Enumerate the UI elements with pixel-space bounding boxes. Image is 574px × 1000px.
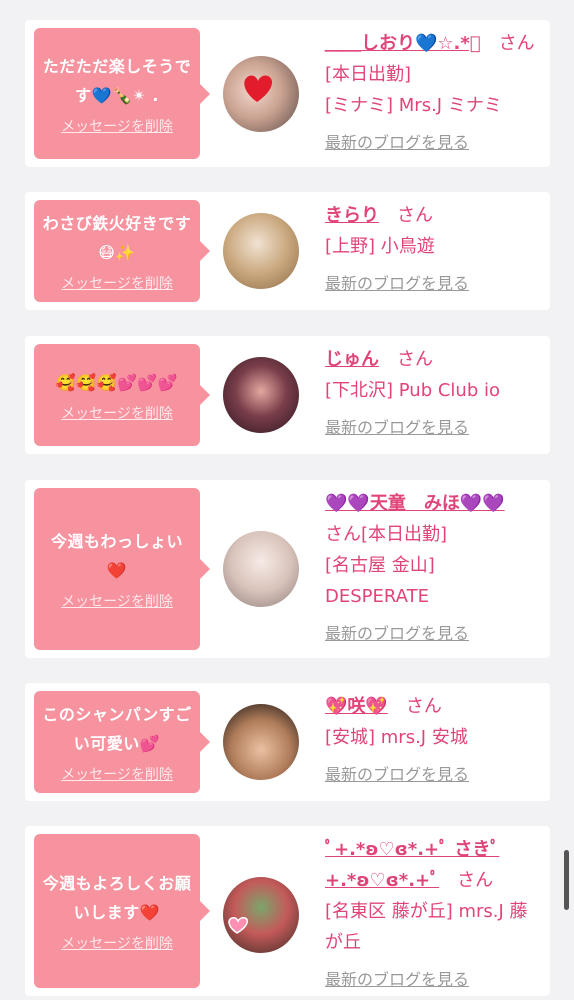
message-text: 今週もよろしくお願いします❤️ xyxy=(42,874,192,922)
cast-name-link[interactable]: 💖咲💖 xyxy=(325,696,388,717)
cast-info: じゅん さん [下北沢] Pub Club io 最新のブログを見る xyxy=(325,344,540,443)
cast-name-link[interactable]: 💜💜天童 みほ💜💜 xyxy=(325,493,505,514)
message-bubble: 🥰🥰🥰💕💕💕 メッセージを削除 xyxy=(34,344,210,446)
delete-message-link[interactable]: メッセージを削除 xyxy=(61,591,173,611)
cast-name-link[interactable]: じゅん xyxy=(325,349,379,370)
message-bubble: 今週もよろしくお願いします❤️ メッセージを削除 xyxy=(34,834,210,988)
delete-message-link[interactable]: メッセージを削除 xyxy=(61,273,173,293)
message-text: 今週もわっしょい❤️ xyxy=(50,532,183,580)
shop-info: [上野] 小鳥遊 xyxy=(325,236,435,257)
view-latest-blog-link[interactable]: 最新のブログを見る xyxy=(325,964,469,995)
avatar[interactable] xyxy=(223,56,299,132)
scrollbar[interactable] xyxy=(564,850,569,910)
honorific: さん xyxy=(405,696,442,717)
message-card: 🥰🥰🥰💕💕💕 メッセージを削除 じゅん さん [下北沢] Pub Club io… xyxy=(25,336,550,454)
honorific: さん xyxy=(397,349,433,370)
honorific: さん xyxy=(457,870,494,891)
message-text: 🥰🥰🥰💕💕💕 xyxy=(55,372,179,392)
message-bubble: わさび鉄火好きです😷✨ メッセージを削除 xyxy=(34,200,210,302)
view-latest-blog-link[interactable]: 最新のブログを見る xyxy=(325,127,469,158)
shop-info: [下北沢] Pub Club io xyxy=(325,380,500,401)
message-bubble: 今週もわっしょい❤️ メッセージを削除 xyxy=(34,488,210,650)
message-card: わさび鉄火好きです😷✨ メッセージを削除 きらり さん [上野] 小鳥遊 最新の… xyxy=(25,192,550,310)
cast-info: きらり さん [上野] 小鳥遊 最新のブログを見る xyxy=(325,200,540,299)
message-card: このシャンパンすごい可愛い💕 メッセージを削除 💖咲💖 さん [安城] mrs.… xyxy=(25,683,550,801)
message-bubble: このシャンパンすごい可愛い💕 メッセージを削除 xyxy=(34,691,210,793)
view-latest-blog-link[interactable]: 最新のブログを見る xyxy=(325,412,469,443)
heart-icon xyxy=(244,75,273,102)
message-card: 今週もわっしょい❤️ メッセージを削除 💜💜天童 みほ💜💜 さん[本日出勤] [… xyxy=(25,480,550,658)
shop-info: [名東区 藤が丘] mrs.J 藤が丘 xyxy=(325,901,528,953)
heart-icon xyxy=(228,917,249,934)
cast-info: 💜💜天童 みほ💜💜 さん[本日出勤] [名古屋 金山] DESPERATE 最新… xyxy=(325,488,540,649)
avatar[interactable] xyxy=(223,213,299,289)
cast-info: ＿＿しおり💙☆.*ﾟ さん[本日出勤] [ミナミ] Mrs.J ミナミ 最新のブ… xyxy=(325,28,540,158)
message-text: ただただ楽しそうです💙🍾✴︎ . xyxy=(42,56,192,105)
avatar[interactable] xyxy=(223,531,299,607)
message-bubble: ただただ楽しそうです💙🍾✴︎ . メッセージを削除 xyxy=(34,28,210,159)
message-text: このシャンパンすごい可愛い💕 xyxy=(42,705,192,753)
message-text: わさび鉄火好きです😷✨ xyxy=(42,214,192,262)
message-card: 今週もよろしくお願いします❤️ メッセージを削除 ﾟ+.*ʚ♡ɞ*.+ﾟ さきﾟ… xyxy=(25,826,550,996)
cast-name-link[interactable]: ＿＿しおり💙☆.*ﾟ xyxy=(325,33,481,54)
delete-message-link[interactable]: メッセージを削除 xyxy=(61,764,173,784)
view-latest-blog-link[interactable]: 最新のブログを見る xyxy=(325,618,469,649)
cast-info: ﾟ+.*ʚ♡ɞ*.+ﾟ さきﾟ+.*ʚ♡ɞ*.+ﾟ さん [名東区 藤が丘] m… xyxy=(325,834,540,995)
avatar[interactable] xyxy=(223,704,299,780)
delete-message-link[interactable]: メッセージを削除 xyxy=(61,116,173,136)
honorific: さん xyxy=(397,205,433,226)
view-latest-blog-link[interactable]: 最新のブログを見る xyxy=(325,268,469,299)
cast-info: 💖咲💖 さん [安城] mrs.J 安城 最新のブログを見る xyxy=(325,691,540,790)
shop-info: [安城] mrs.J 安城 xyxy=(325,727,468,748)
cast-name-link[interactable]: きらり xyxy=(325,205,379,226)
shop-info: [ミナミ] Mrs.J ミナミ xyxy=(325,95,502,116)
delete-message-link[interactable]: メッセージを削除 xyxy=(61,933,173,953)
view-latest-blog-link[interactable]: 最新のブログを見る xyxy=(325,759,469,790)
delete-message-link[interactable]: メッセージを削除 xyxy=(61,403,173,423)
shop-info: [名古屋 金山] DESPERATE xyxy=(325,555,435,607)
avatar[interactable] xyxy=(223,877,299,953)
avatar[interactable] xyxy=(223,357,299,433)
message-card: ただただ楽しそうです💙🍾✴︎ . メッセージを削除 ＿＿しおり💙☆.*ﾟ さん[… xyxy=(25,20,550,167)
honorific: さん[本日出勤] xyxy=(325,524,448,545)
